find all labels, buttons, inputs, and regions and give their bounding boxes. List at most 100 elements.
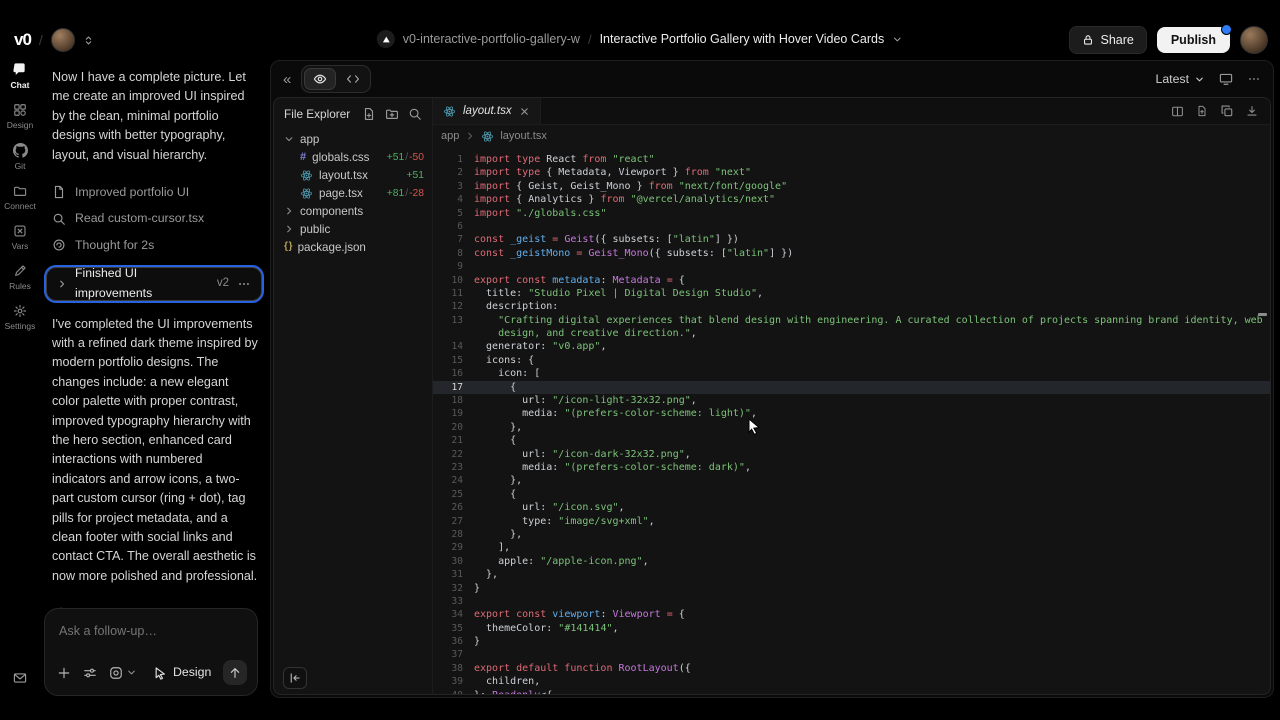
tool-call-item[interactable]: Improved portfolio UI xyxy=(40,179,268,206)
tree-item-components[interactable]: components xyxy=(274,202,432,220)
download-icon[interactable] xyxy=(1246,105,1258,117)
code-line: 23 media: "(prefers-color-scheme: dark)"… xyxy=(433,461,1270,474)
tab-layout-tsx[interactable]: layout.tsx xyxy=(433,98,541,124)
share-button[interactable]: Share xyxy=(1069,26,1146,54)
chevron-down-icon[interactable] xyxy=(892,34,903,45)
v0-logo[interactable]: v0 xyxy=(14,30,31,50)
chevron-right-icon xyxy=(284,224,294,234)
publish-button[interactable]: Publish xyxy=(1157,27,1230,53)
editor-toolbar-right: Latest xyxy=(1156,72,1262,86)
code-line: 14 generator: "v0.app", xyxy=(433,340,1270,353)
breadcrumb-divider: / xyxy=(588,32,592,47)
rail-item-design[interactable]: Design xyxy=(7,103,33,130)
version-selector[interactable]: Latest xyxy=(1156,72,1206,86)
vars-icon xyxy=(13,224,27,238)
code-line: 20 }, xyxy=(433,421,1270,434)
code-toggle[interactable] xyxy=(338,69,368,89)
code-line: 19 media: "(prefers-color-scheme: light)… xyxy=(433,407,1270,420)
file-explorer: File Explorer app#globals.css+51/-50layo… xyxy=(274,98,432,694)
chevron-right-icon xyxy=(465,131,475,141)
workspace-avatar[interactable] xyxy=(51,28,75,52)
code-line: 32} xyxy=(433,582,1270,595)
collapse-chat-icon[interactable]: « xyxy=(283,71,291,88)
code-line: 16 icon: [ xyxy=(433,367,1270,380)
tool-call-list: Improved portfolio UIRead custom-cursor.… xyxy=(40,179,268,259)
tree-item-app[interactable]: app xyxy=(274,130,432,148)
new-file-icon[interactable] xyxy=(362,107,376,121)
code-line: 8const _geistMono = Geist_Mono({ subsets… xyxy=(433,247,1270,260)
breadcrumb-chat-title[interactable]: Interactive Portfolio Gallery with Hover… xyxy=(600,32,885,46)
share-label: Share xyxy=(1100,33,1133,47)
breadcrumb: v0-interactive-portfolio-gallery-w / Int… xyxy=(377,30,903,48)
chat-input[interactable]: Ask a follow-up… Design xyxy=(44,608,258,696)
code-line: 33 xyxy=(433,595,1270,608)
tool-call-item[interactable]: Thought for 2s xyxy=(40,232,268,259)
file-tree: app#globals.css+51/-50layout.tsx+51page.… xyxy=(274,130,432,256)
code-line: 38export default function RootLayout({ xyxy=(433,662,1270,675)
search-icon[interactable] xyxy=(408,107,422,121)
react-icon xyxy=(443,105,456,118)
rail-item-chat[interactable]: Chat xyxy=(11,62,30,90)
tree-item-layout-tsx[interactable]: layout.tsx+51 xyxy=(274,166,432,184)
scrollbar-marker xyxy=(1258,313,1267,316)
rail-item-connect[interactable]: Connect xyxy=(4,184,36,211)
breadcrumb-app[interactable]: app xyxy=(441,130,459,142)
user-avatar[interactable] xyxy=(1240,26,1268,54)
collapse-explorer-button[interactable] xyxy=(283,667,307,689)
version-card-label: Finished UI improvements xyxy=(75,264,209,303)
tree-item-package-json[interactable]: { }package.json xyxy=(274,238,432,256)
rail-item-settings[interactable]: Settings xyxy=(5,304,36,331)
code-workspace: File Explorer app#globals.css+51/-50layo… xyxy=(273,97,1271,695)
settings-sliders-icon[interactable] xyxy=(83,666,97,680)
code-line: 4import { Analytics } from "@vercel/anal… xyxy=(433,193,1270,206)
editor-toolbar: « Latest xyxy=(271,61,1273,97)
code-line: 2import type { Metadata, Viewport } from… xyxy=(433,166,1270,179)
attach-plus-icon[interactable] xyxy=(57,666,71,680)
tab-strip: layout.tsx xyxy=(433,98,1270,125)
version-card[interactable]: Finished UI improvements v2 xyxy=(46,267,262,301)
rail-item-vars[interactable]: Vars xyxy=(12,224,29,251)
source-picker[interactable] xyxy=(109,666,137,680)
editor-menu-icon[interactable] xyxy=(1247,72,1261,86)
code-line: 13 "Crafting digital experiences that bl… xyxy=(433,314,1270,327)
version-card-menu-icon[interactable] xyxy=(237,277,251,291)
breadcrumb-project[interactable]: v0-interactive-portfolio-gallery-w xyxy=(403,32,580,46)
code-editor[interactable]: 1import type React from "react"2import t… xyxy=(433,147,1270,694)
view-toggle xyxy=(301,65,371,93)
split-editor-icon[interactable] xyxy=(1171,105,1184,118)
mail-icon[interactable] xyxy=(13,671,27,685)
rail-item-rules[interactable]: Rules xyxy=(9,264,31,291)
vercel-project-icon[interactable] xyxy=(377,30,395,48)
arrow-up-icon xyxy=(228,666,242,680)
send-button[interactable] xyxy=(223,660,247,685)
device-preview-icon[interactable] xyxy=(1219,72,1233,86)
topbar-right: Share Publish xyxy=(1069,26,1268,54)
tree-item-page-tsx[interactable]: page.tsx+81/-28 xyxy=(274,184,432,202)
copy-file-icon[interactable] xyxy=(1220,104,1234,118)
chevron-right-icon xyxy=(284,206,294,216)
rail-item-git[interactable]: Git xyxy=(13,143,28,171)
code-line: 21 { xyxy=(433,434,1270,447)
editor-panel: « Latest File Explorer xyxy=(270,60,1274,698)
file-explorer-title: File Explorer xyxy=(284,107,353,121)
preview-toggle[interactable] xyxy=(304,68,336,90)
scope-icon xyxy=(109,666,123,680)
diff-stats: +51 xyxy=(407,170,432,181)
design-mode-chip[interactable]: Design xyxy=(153,663,211,682)
topbar-left: v0 / xyxy=(14,28,94,52)
eye-icon xyxy=(313,72,327,86)
react-icon xyxy=(481,130,494,143)
code-line: 6 xyxy=(433,220,1270,233)
export-file-icon[interactable] xyxy=(1196,105,1208,117)
code-line: 29 ], xyxy=(433,541,1270,554)
tool-call-item[interactable]: Read custom-cursor.tsx xyxy=(40,206,268,233)
tab-label: layout.tsx xyxy=(463,105,512,117)
close-icon[interactable] xyxy=(519,106,530,117)
tree-item-globals-css[interactable]: #globals.css+51/-50 xyxy=(274,148,432,166)
design-icon xyxy=(13,103,27,117)
code-line: 40}: Readonly<{ xyxy=(433,689,1270,694)
breadcrumb-file[interactable]: layout.tsx xyxy=(500,130,546,142)
workspace-selector-icon[interactable] xyxy=(83,35,94,46)
tree-item-public[interactable]: public xyxy=(274,220,432,238)
new-folder-icon[interactable] xyxy=(385,107,399,121)
